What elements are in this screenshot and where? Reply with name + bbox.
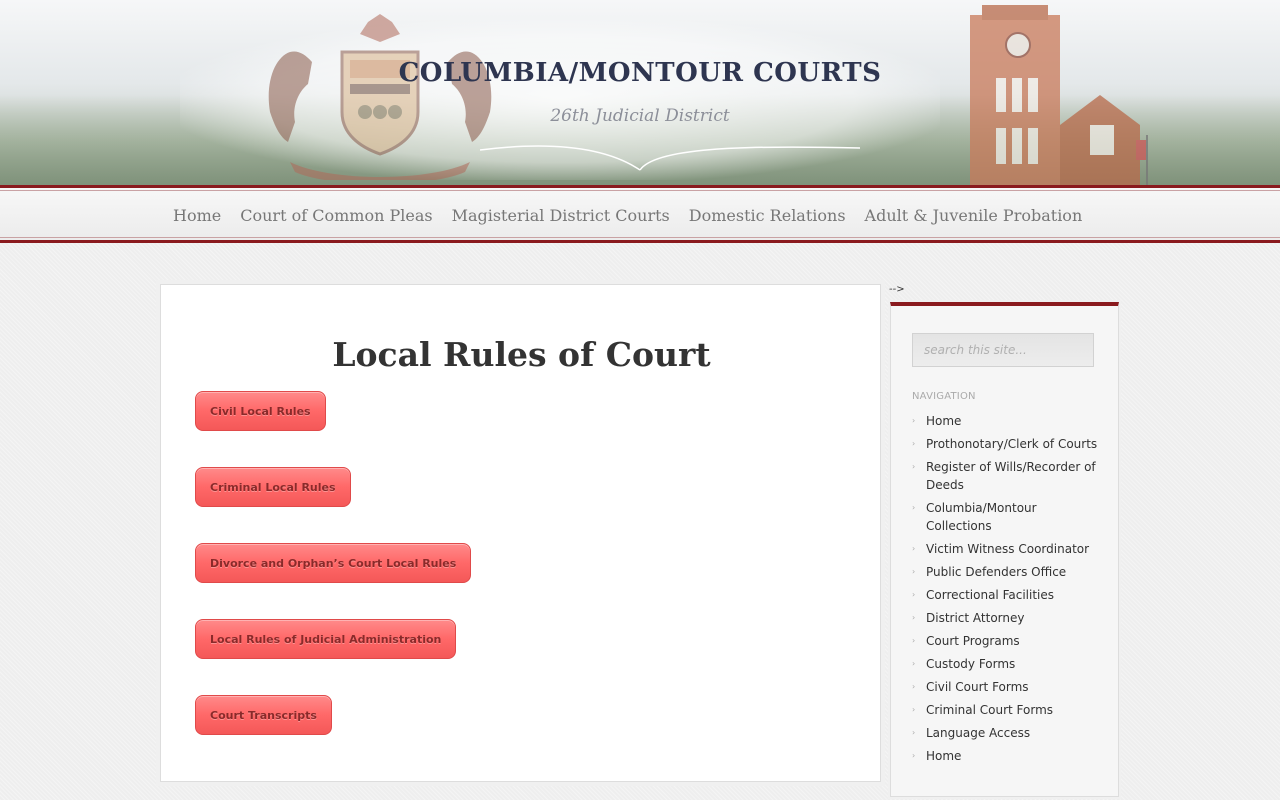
sidebar-nav-list: › Home › Prothonotary/Clerk of Courts › Reg…	[912, 412, 1104, 770]
bullet-icon: ›	[912, 590, 916, 599]
divorce-orphans-court-rules-button[interactable]: Divorce and Orphan’s Court Local Rules	[195, 543, 472, 583]
pennsylvania-coat-of-arms-icon	[268, 14, 492, 180]
bullet-icon: ›	[912, 613, 916, 622]
nav-items: Home Court of Common Pleas Magisterial D…	[173, 206, 1082, 225]
bullet-icon: ›	[912, 659, 916, 668]
criminal-local-rules-button[interactable]: Criminal Local Rules	[195, 467, 351, 507]
sidebar-item-correctional[interactable]: › Correctional Facilities	[912, 586, 1104, 604]
sidebar-item-home-2[interactable]: › Home	[912, 747, 1104, 765]
courthouse-clock-tower-icon	[970, 5, 1148, 185]
sidebar-item-custody-forms[interactable]: › Custody Forms	[912, 655, 1104, 673]
main-content: Local Rules of Court Civil Local Rules C…	[160, 284, 881, 782]
sidebar-item-register-of-wills[interactable]: › Register of Wills/Recorder of Deeds	[912, 458, 1104, 494]
sidebar-item-civil-forms[interactable]: › Civil Court Forms	[912, 678, 1104, 696]
sidebar-item-language-access[interactable]: › Language Access	[912, 724, 1104, 742]
search-input[interactable]	[912, 333, 1094, 367]
sidebar-item-label: Victim Witness Coordinator	[926, 542, 1090, 556]
page-title: Local Rules of Court	[332, 335, 711, 374]
sidebar-item-label: Correctional Facilities	[926, 588, 1055, 602]
sidebar: NAVIGATION › Home › Prothonotary/Clerk of …	[890, 302, 1119, 797]
sidebar-heading: NAVIGATION	[912, 391, 976, 402]
bullet-icon: ›	[912, 503, 916, 512]
sidebar-item-label: Criminal Court Forms	[926, 703, 1054, 717]
sidebar-item-label: District Attorney	[926, 611, 1025, 625]
sidebar-item-victim-witness[interactable]: › Victim Witness Coordinator	[912, 540, 1104, 558]
bullet-icon: ›	[912, 544, 916, 553]
site-title: COLUMBIA/MONTOUR COURTS	[398, 58, 882, 88]
sidebar-item-label: Public Defenders Office	[926, 565, 1067, 579]
sidebar-item-public-defenders[interactable]: › Public Defenders Office	[912, 563, 1104, 581]
sidebar-item-label: Home	[926, 414, 962, 428]
nav-item-home[interactable]: Home	[173, 206, 221, 225]
header-swoosh	[480, 145, 860, 171]
bullet-icon: ›	[912, 705, 916, 714]
site-subtitle: 26th Judicial District	[550, 106, 730, 126]
bullet-icon: ›	[912, 728, 916, 737]
bullet-icon: ›	[912, 416, 916, 425]
sidebar-item-label: Language Access	[926, 726, 1031, 740]
sidebar-item-label: Court Programs	[926, 634, 1020, 648]
sidebar-item-label: Home	[926, 749, 962, 763]
nav-item-domestic-relations[interactable]: Domestic Relations	[689, 206, 846, 225]
nav-item-probation[interactable]: Adult & Juvenile Probation	[865, 206, 1083, 225]
sidebar-item-label: Columbia/Montour Collections	[926, 501, 1037, 533]
sidebar-item-prothonotary[interactable]: › Prothonotary/Clerk of Courts	[912, 435, 1104, 453]
sidebar-item-label: Civil Court Forms	[926, 680, 1029, 694]
nav-item-common-pleas[interactable]: Court of Common Pleas	[240, 206, 432, 225]
nav-item-magisterial[interactable]: Magisterial District Courts	[452, 206, 670, 225]
main-nav: Home Court of Common Pleas Magisterial D…	[0, 185, 1280, 243]
bullet-icon: ›	[912, 439, 916, 448]
site-header: COLUMBIA/MONTOUR COURTS 26th Judicial Di…	[0, 0, 1280, 185]
sidebar-item-court-programs[interactable]: › Court Programs	[912, 632, 1104, 650]
court-transcripts-button[interactable]: Court Transcripts	[195, 695, 332, 735]
sidebar-item-collections[interactable]: › Columbia/Montour Collections	[912, 499, 1104, 535]
bullet-icon: ›	[912, 682, 916, 691]
judicial-administration-rules-button[interactable]: Local Rules of Judicial Administration	[195, 619, 457, 659]
bullet-icon: ›	[912, 636, 916, 645]
bullet-icon: ›	[912, 751, 916, 760]
bullet-icon: ›	[912, 567, 916, 576]
sidebar-item-home[interactable]: › Home	[912, 412, 1104, 430]
sidebar-item-label: Custody Forms	[926, 657, 1016, 671]
sidebar-item-district-attorney[interactable]: › District Attorney	[912, 609, 1104, 627]
sidebar-item-criminal-forms[interactable]: › Criminal Court Forms	[912, 701, 1104, 719]
bullet-icon: ›	[912, 462, 916, 471]
sidebar-item-label: Prothonotary/Clerk of Courts	[926, 437, 1098, 451]
stray-text: -->	[889, 284, 905, 295]
sidebar-item-label: Register of Wills/Recorder of Deeds	[926, 460, 1096, 492]
civil-local-rules-button[interactable]: Civil Local Rules	[195, 391, 326, 431]
